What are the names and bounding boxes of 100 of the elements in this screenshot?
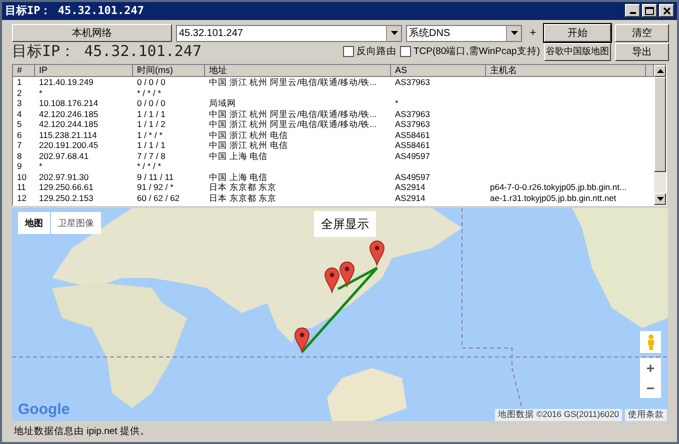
fullscreen-button[interactable]: 全屏显示 [314, 211, 376, 238]
table-cell-text: 60 / 62 / 62 [136, 192, 181, 204]
table-cell-text: ae-1.r31.tokyjp05.jp.bb.gin.ntt.net [489, 192, 618, 204]
close-icon [662, 6, 670, 15]
table-cell-text: 1 / 1 / 1 [136, 108, 166, 120]
table-cell-text: AS2914 [394, 182, 426, 193]
table-cell-text: 中国 上海 电信 [208, 150, 269, 162]
table-cell-text: 202.97.68.41 [38, 150, 90, 162]
table-cell-text: 1 / * / * [136, 130, 164, 140]
local-network-button[interactable]: 本机网络 [12, 24, 172, 42]
scrollbar-thumb[interactable] [654, 77, 666, 172]
map-type-tab[interactable]: 卫星图像 [51, 212, 101, 234]
table-cell-text: 1 [16, 77, 23, 88]
table-cell-text: 7 [16, 140, 23, 151]
table-cell-text: * / * / * [136, 161, 162, 172]
table-cell-text: AS49597 [394, 150, 431, 162]
start-button[interactable]: 开始 [544, 24, 611, 42]
table-cell-text: AS58461 [394, 130, 431, 140]
table-cell-text: 121.40.19.249 [38, 77, 94, 88]
column-header[interactable]: 时间(ms) [133, 65, 205, 78]
maximize-button[interactable] [642, 4, 657, 18]
table-cell-text: * [394, 98, 400, 109]
table-cell-text: 5 [16, 119, 23, 130]
table-cell-text: 0 / 0 / 0 [136, 77, 166, 88]
target-ip-label: 目标IP： 45.32.101.247 [12, 42, 202, 62]
table-cell-text: 中国 上海 电信 [208, 172, 269, 182]
table-cell-text: 1 / 1 / 1 [136, 140, 166, 151]
table-cell-text: 日本 东京都 东京 [208, 182, 278, 193]
table-cell-text: * [38, 161, 44, 172]
map-type-tab[interactable]: 地图 [18, 212, 50, 234]
table-cell-text: 129.250.66.61 [38, 182, 94, 193]
table-cell-text: 9 / 11 / 11 [136, 172, 175, 182]
table-cell-text: 8 [16, 150, 23, 162]
table-cell-text: 6 [16, 130, 23, 140]
table-cell-text: p64-7-0-0.r26.tokyjp05.jp.bb.gin.nt... [489, 182, 628, 193]
maximize-icon [645, 6, 654, 15]
table-cell-text: * / * / * [136, 88, 162, 98]
table-cell-text: AS37963 [394, 119, 431, 130]
column-header[interactable]: 主机名 [486, 65, 646, 78]
table-cell-text: 日本 东京都 东京 [208, 192, 278, 204]
scrollbar[interactable] [654, 65, 666, 206]
table-cell-text: AS58461 [394, 140, 431, 151]
clear-button[interactable]: 清空 [615, 24, 669, 42]
table-cell-text: 局域网 [208, 98, 237, 109]
table-cell-text: 220.191.200.45 [38, 140, 100, 151]
map-pin[interactable] [324, 268, 340, 293]
table-cell-text: AS37963 [394, 77, 431, 88]
dns-combo[interactable]: 系统DNS [406, 24, 522, 42]
column-header[interactable]: # [13, 65, 35, 78]
target-combo[interactable]: 45.32.101.247 [176, 24, 402, 42]
table-cell-text: AS49597 [394, 172, 431, 182]
export-button[interactable]: 导出 [615, 42, 669, 61]
column-header[interactable]: 地址 [205, 65, 391, 78]
table-cell-text: 202.97.91.30 [38, 172, 90, 182]
table-cell-text: 9 [16, 161, 23, 172]
status-text: 地址数据信息由 ipip.net 提供。 [13, 425, 151, 440]
table-cell-text: 0 / 0 / 0 [136, 98, 166, 109]
table-cell-text: 11 [16, 182, 27, 193]
window-title: 目标IP： 45.32.101.247 [5, 3, 144, 18]
table-cell-text: 3 [16, 98, 23, 109]
table-cell-text: AS2914 [394, 192, 426, 204]
table-cell-text: 4 [16, 108, 23, 120]
column-header[interactable]: IP [35, 65, 133, 78]
scroll-up-icon [656, 69, 664, 74]
scroll-down-icon [656, 197, 664, 202]
china-map-button[interactable]: 谷歌中国版地图 [544, 42, 611, 61]
table-cell-text: 中国 浙江 杭州 阿里云/电信/联通/移动/铁... [208, 77, 378, 88]
option-checkbox[interactable]: 反向路由 [343, 45, 396, 58]
table-cell-text: AS37963 [394, 108, 431, 120]
person-icon [646, 334, 654, 350]
map-logo: Google [18, 401, 70, 418]
option-checkbox[interactable]: TCP(80端口,需WinPcap支持) [400, 45, 540, 58]
table-cell-text: 7 / 7 / 8 [136, 150, 166, 162]
table-cell-text: 10 [16, 172, 28, 182]
table-cell-text: 12 [16, 192, 28, 204]
zoom-out-button[interactable]: − [640, 378, 661, 398]
table-cell-text: 10.108.176.214 [38, 98, 100, 109]
table-cell-text: * [38, 88, 44, 98]
map-attribution: 地图数据 ©2016 GS(2011)6020 [494, 409, 622, 422]
table-cell-text: 129.250.2.153 [38, 192, 94, 204]
terms-link[interactable]: 使用条款 [625, 409, 667, 422]
add-button[interactable]: + [526, 24, 540, 42]
table-cell-text: 115.238.21.114 [38, 130, 98, 140]
close-button[interactable] [659, 4, 674, 18]
table-cell-text: 91 / 92 / * [136, 182, 174, 193]
table-cell-text: 中国 浙江 杭州 电信 [208, 130, 290, 140]
minimize-button[interactable] [625, 4, 640, 18]
table-cell-text: 中国 浙江 杭州 电信 [208, 140, 290, 151]
table-cell-text: 42.120.246.185 [38, 108, 100, 120]
table-cell-text: 42.120.244.185 [38, 119, 100, 130]
minimize-icon [630, 12, 636, 14]
map-pin[interactable] [340, 262, 354, 287]
table-cell-text: 1 / 1 / 2 [136, 119, 166, 130]
table-cell-text: 中国 浙江 杭州 阿里云/电信/联通/移动/铁... [208, 108, 378, 120]
table-cell-text: 中国 浙江 杭州 阿里云/电信/联通/移动/铁... [208, 119, 378, 130]
map-pin[interactable] [294, 328, 310, 353]
column-header[interactable]: AS [391, 65, 486, 78]
table-cell-text: 2 [16, 88, 23, 98]
zoom-in-button[interactable]: + [640, 358, 661, 378]
map-pin[interactable] [370, 240, 384, 266]
